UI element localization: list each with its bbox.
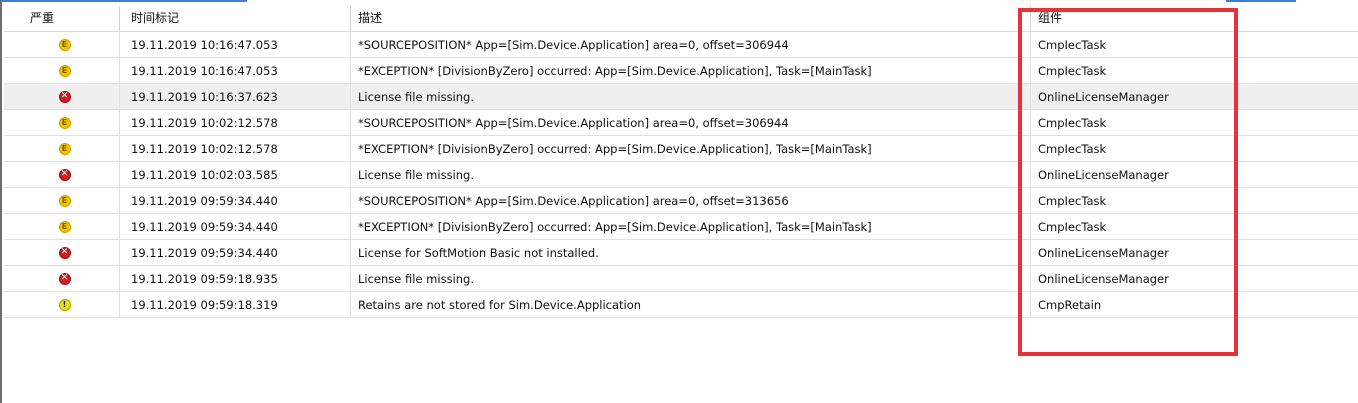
description-cell: *SOURCEPOSITION* App=[Sim.Device.Applica… [358, 37, 789, 52]
description-cell: License file missing. [358, 89, 474, 104]
timestamp-cell: 19.11.2019 10:02:12.578 [131, 115, 278, 130]
description-cell: *EXCEPTION* [DivisionByZero] occurred: A… [358, 141, 872, 156]
timestamp-cell: 19.11.2019 09:59:34.440 [131, 219, 278, 234]
exception-warning-icon: E [58, 64, 71, 77]
severity-cell: ✕ [4, 84, 119, 109]
column-header-description[interactable]: 描述 [350, 6, 1030, 31]
tab-indicator-left [2, 0, 247, 2]
component-column-highlight [1018, 8, 1238, 356]
error-x-icon: ✕ [58, 168, 71, 181]
exception-warning-icon: E [58, 116, 71, 129]
exception-warning-icon: E [58, 220, 71, 233]
severity-cell: E [4, 214, 119, 239]
severity-cell: E [4, 136, 119, 161]
description-cell: *SOURCEPOSITION* App=[Sim.Device.Applica… [358, 115, 789, 130]
timestamp-cell: 19.11.2019 10:02:03.585 [131, 167, 278, 182]
tab-indicator-right [1226, 0, 1296, 2]
timestamp-cell: 19.11.2019 10:16:37.623 [131, 89, 278, 104]
description-cell: *EXCEPTION* [DivisionByZero] occurred: A… [358, 63, 872, 78]
error-x-icon: ✕ [58, 90, 71, 103]
exception-warning-icon: E [58, 194, 71, 207]
timestamp-cell: 19.11.2019 09:59:34.440 [131, 193, 278, 208]
exception-warning-icon: E [58, 142, 71, 155]
exception-warning-icon: E [58, 38, 71, 51]
severity-cell: E [4, 188, 119, 213]
timestamp-cell: 19.11.2019 09:59:18.319 [131, 297, 278, 312]
description-cell: License file missing. [358, 271, 474, 286]
log-panel: 严重 时间标记 描述 组件 E 19.11.2019 10:16:47.053 *S… [0, 0, 1358, 403]
severity-cell: ✕ [4, 162, 119, 187]
severity-cell: E [4, 58, 119, 83]
column-header-severity[interactable]: 严重 [4, 6, 119, 31]
description-cell: License file missing. [358, 167, 474, 182]
timestamp-cell: 19.11.2019 09:59:18.935 [131, 271, 278, 286]
severity-cell: E [4, 32, 119, 57]
description-cell: *SOURCEPOSITION* App=[Sim.Device.Applica… [358, 193, 789, 208]
severity-cell: ✕ [4, 240, 119, 265]
timestamp-cell: 19.11.2019 10:16:47.053 [131, 37, 278, 52]
description-cell: *EXCEPTION* [DivisionByZero] occurred: A… [358, 219, 872, 234]
timestamp-cell: 19.11.2019 10:16:47.053 [131, 63, 278, 78]
error-x-icon: ✕ [58, 246, 71, 259]
info-exclamation-icon: ! [58, 298, 71, 311]
timestamp-cell: 19.11.2019 10:02:12.578 [131, 141, 278, 156]
severity-cell: E [4, 110, 119, 135]
severity-cell: ! [4, 292, 119, 317]
error-x-icon: ✕ [58, 272, 71, 285]
timestamp-cell: 19.11.2019 09:59:34.440 [131, 245, 278, 260]
description-cell: Retains are not stored for Sim.Device.Ap… [358, 297, 642, 312]
column-header-timestamp[interactable]: 时间标记 [119, 6, 350, 31]
description-cell: License for SoftMotion Basic not install… [358, 245, 599, 260]
severity-cell: ✕ [4, 266, 119, 291]
